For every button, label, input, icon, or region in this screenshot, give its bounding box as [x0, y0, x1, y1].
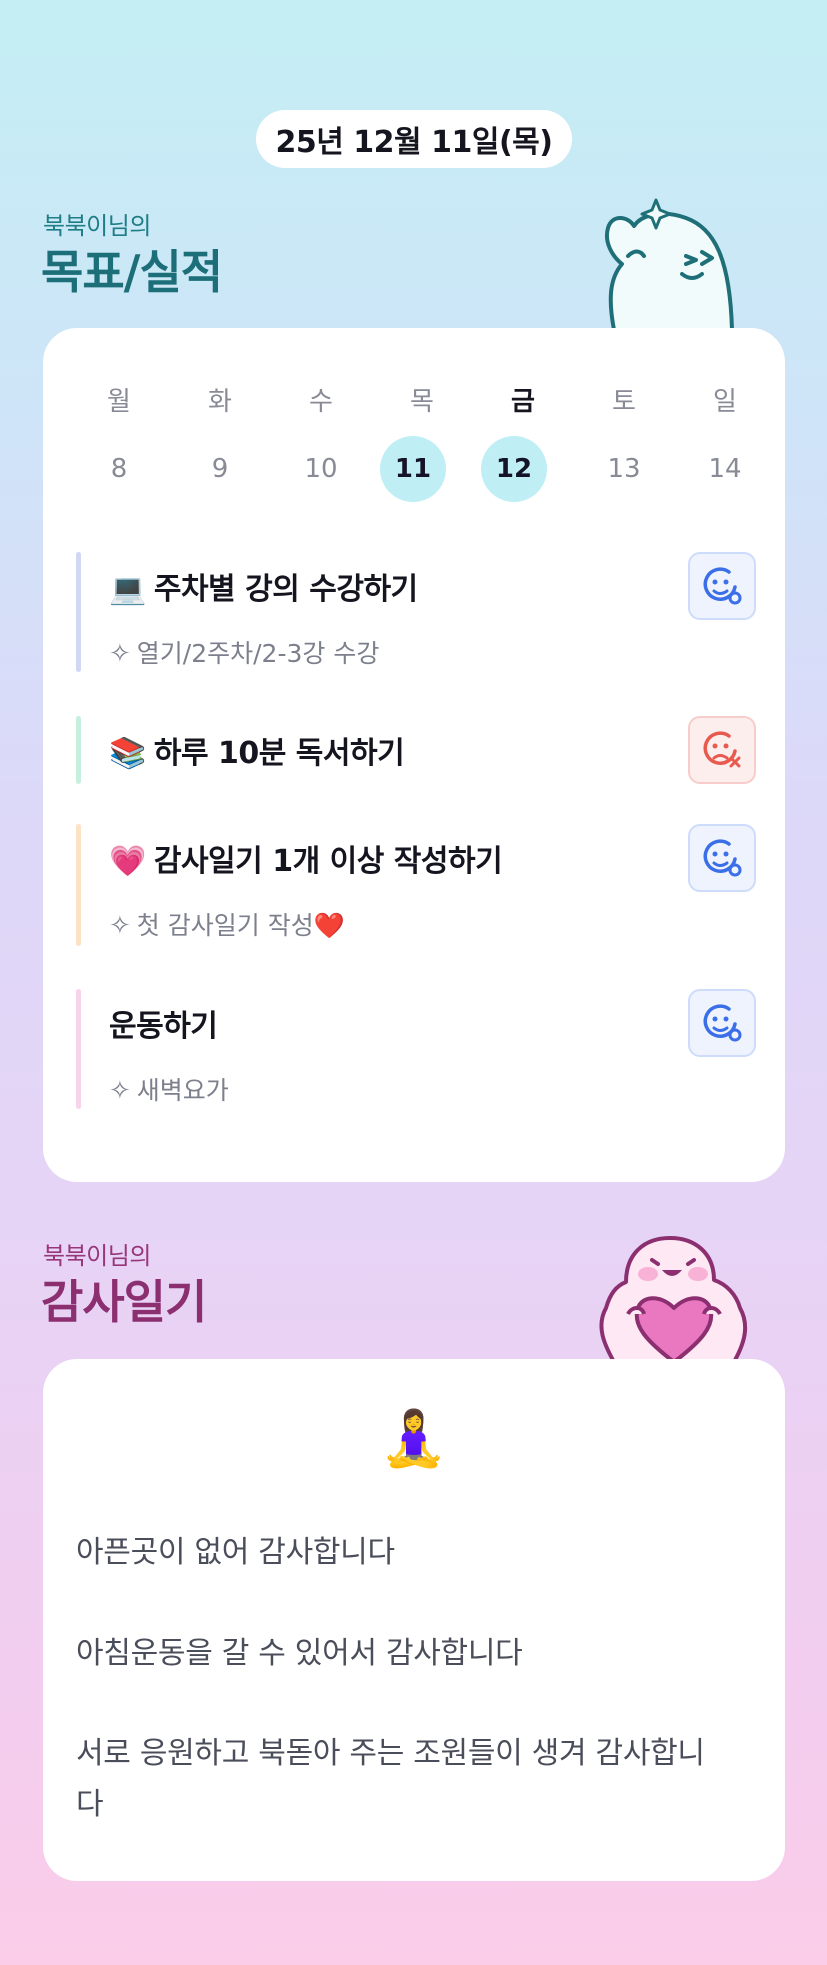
- weekday-thu: 목: [410, 387, 434, 417]
- weekday-tue: 화: [208, 387, 232, 417]
- laptop-icon: 💻: [109, 572, 146, 607]
- goal-note-text: 새벽요가: [136, 1076, 229, 1105]
- goal-note-text: 첫 감사일기 작성❤️: [136, 911, 345, 940]
- day-14[interactable]: 14: [692, 436, 758, 502]
- goal-item[interactable]: 📚 하루 10분 독서하기: [76, 716, 756, 784]
- day-11[interactable]: 11: [380, 436, 446, 502]
- goal-note: ✧ 새벽요가: [109, 1071, 229, 1107]
- gratitude-line: 아침운동을 갈 수 있어서 감사합니다: [76, 1636, 523, 1671]
- weekday-sat: 토: [612, 387, 636, 417]
- goal-title-text: 하루 10분 독서하기: [153, 736, 405, 771]
- goal-item[interactable]: 운동하기 ✧ 새벽요가: [76, 989, 756, 1109]
- weekday-mon: 월: [107, 387, 131, 417]
- status-done-button[interactable]: [688, 824, 756, 892]
- gratitude-line: 아픈곳이 없어 감사합니다: [76, 1535, 395, 1570]
- weekday-sun: 일: [713, 387, 737, 417]
- weekday-fri: 금: [511, 387, 535, 417]
- gratitude-title: 감사일기: [41, 1275, 207, 1329]
- day-8[interactable]: 8: [86, 436, 152, 502]
- pink-mascot-icon: [599, 1236, 748, 1362]
- date-label: 25년 12월 11일(목): [275, 125, 553, 160]
- sparkle-icon: ✧: [109, 1076, 131, 1106]
- goal-item[interactable]: 💻 주차별 강의 수강하기 ✧ 열기/2주차/2-3강 수강: [76, 552, 756, 672]
- goal-title: 💻 주차별 강의 수강하기: [109, 564, 418, 608]
- teal-mascot-icon: [605, 198, 734, 330]
- status-failed-button[interactable]: [688, 716, 756, 784]
- books-icon: 📚: [109, 736, 146, 771]
- gratitude-line: 서로 응원하고 북돋아 주는 조원들이 생겨 감사합니: [76, 1736, 705, 1771]
- goal-title-text: 주차별 강의 수강하기: [153, 572, 418, 607]
- smile-face-icon: [703, 1004, 742, 1042]
- status-done-button[interactable]: [688, 989, 756, 1057]
- goal-title: 📚 하루 10분 독서하기: [109, 728, 405, 772]
- meditating-person-icon: 🧘‍♀️: [380, 1407, 448, 1470]
- smile-face-icon: [703, 567, 742, 605]
- goal-color-bar: [76, 716, 81, 784]
- goal-note-text: 열기/2주차/2-3강 수강: [136, 639, 380, 668]
- sparkle-icon: ✧: [109, 911, 131, 941]
- day-9[interactable]: 9: [187, 436, 253, 502]
- status-done-button[interactable]: [688, 552, 756, 620]
- weekday-wed: 수: [309, 387, 333, 417]
- goal-title: 운동하기: [109, 1001, 218, 1045]
- goal-title: 💗 감사일기 1개 이상 작성하기: [109, 836, 503, 880]
- goal-note: ✧ 열기/2주차/2-3강 수강: [109, 634, 379, 670]
- goal-title-text: 감사일기 1개 이상 작성하기: [153, 844, 503, 879]
- goal-title-text: 운동하기: [109, 1009, 218, 1044]
- sad-face-x-icon: [703, 731, 741, 768]
- goals-title: 목표/실적: [41, 245, 223, 299]
- date-pill[interactable]: 25년 12월 11일(목): [256, 110, 572, 168]
- day-10[interactable]: 10: [288, 436, 354, 502]
- gratitude-line: 다: [76, 1787, 104, 1822]
- goal-color-bar: [76, 824, 81, 946]
- day-12[interactable]: 12: [481, 436, 547, 502]
- goal-color-bar: [76, 989, 81, 1109]
- heart-icon: 💗: [109, 844, 146, 879]
- day-13[interactable]: 13: [591, 436, 657, 502]
- goal-color-bar: [76, 552, 81, 672]
- goal-item[interactable]: 💗 감사일기 1개 이상 작성하기 ✧ 첫 감사일기 작성❤️: [76, 824, 756, 946]
- gratitude-card: 🧘‍♀️ 아픈곳이 없어 감사합니다 아침운동을 갈 수 있어서 감사합니다 서…: [43, 1359, 785, 1881]
- smile-face-icon: [703, 839, 742, 877]
- goals-card: 월 화 수 목 금 토 일 8 9 10 11 12 13 14 💻 주차별 강의…: [43, 328, 785, 1182]
- goal-note: ✧ 첫 감사일기 작성❤️: [109, 906, 345, 942]
- sparkle-icon: ✧: [109, 639, 131, 669]
